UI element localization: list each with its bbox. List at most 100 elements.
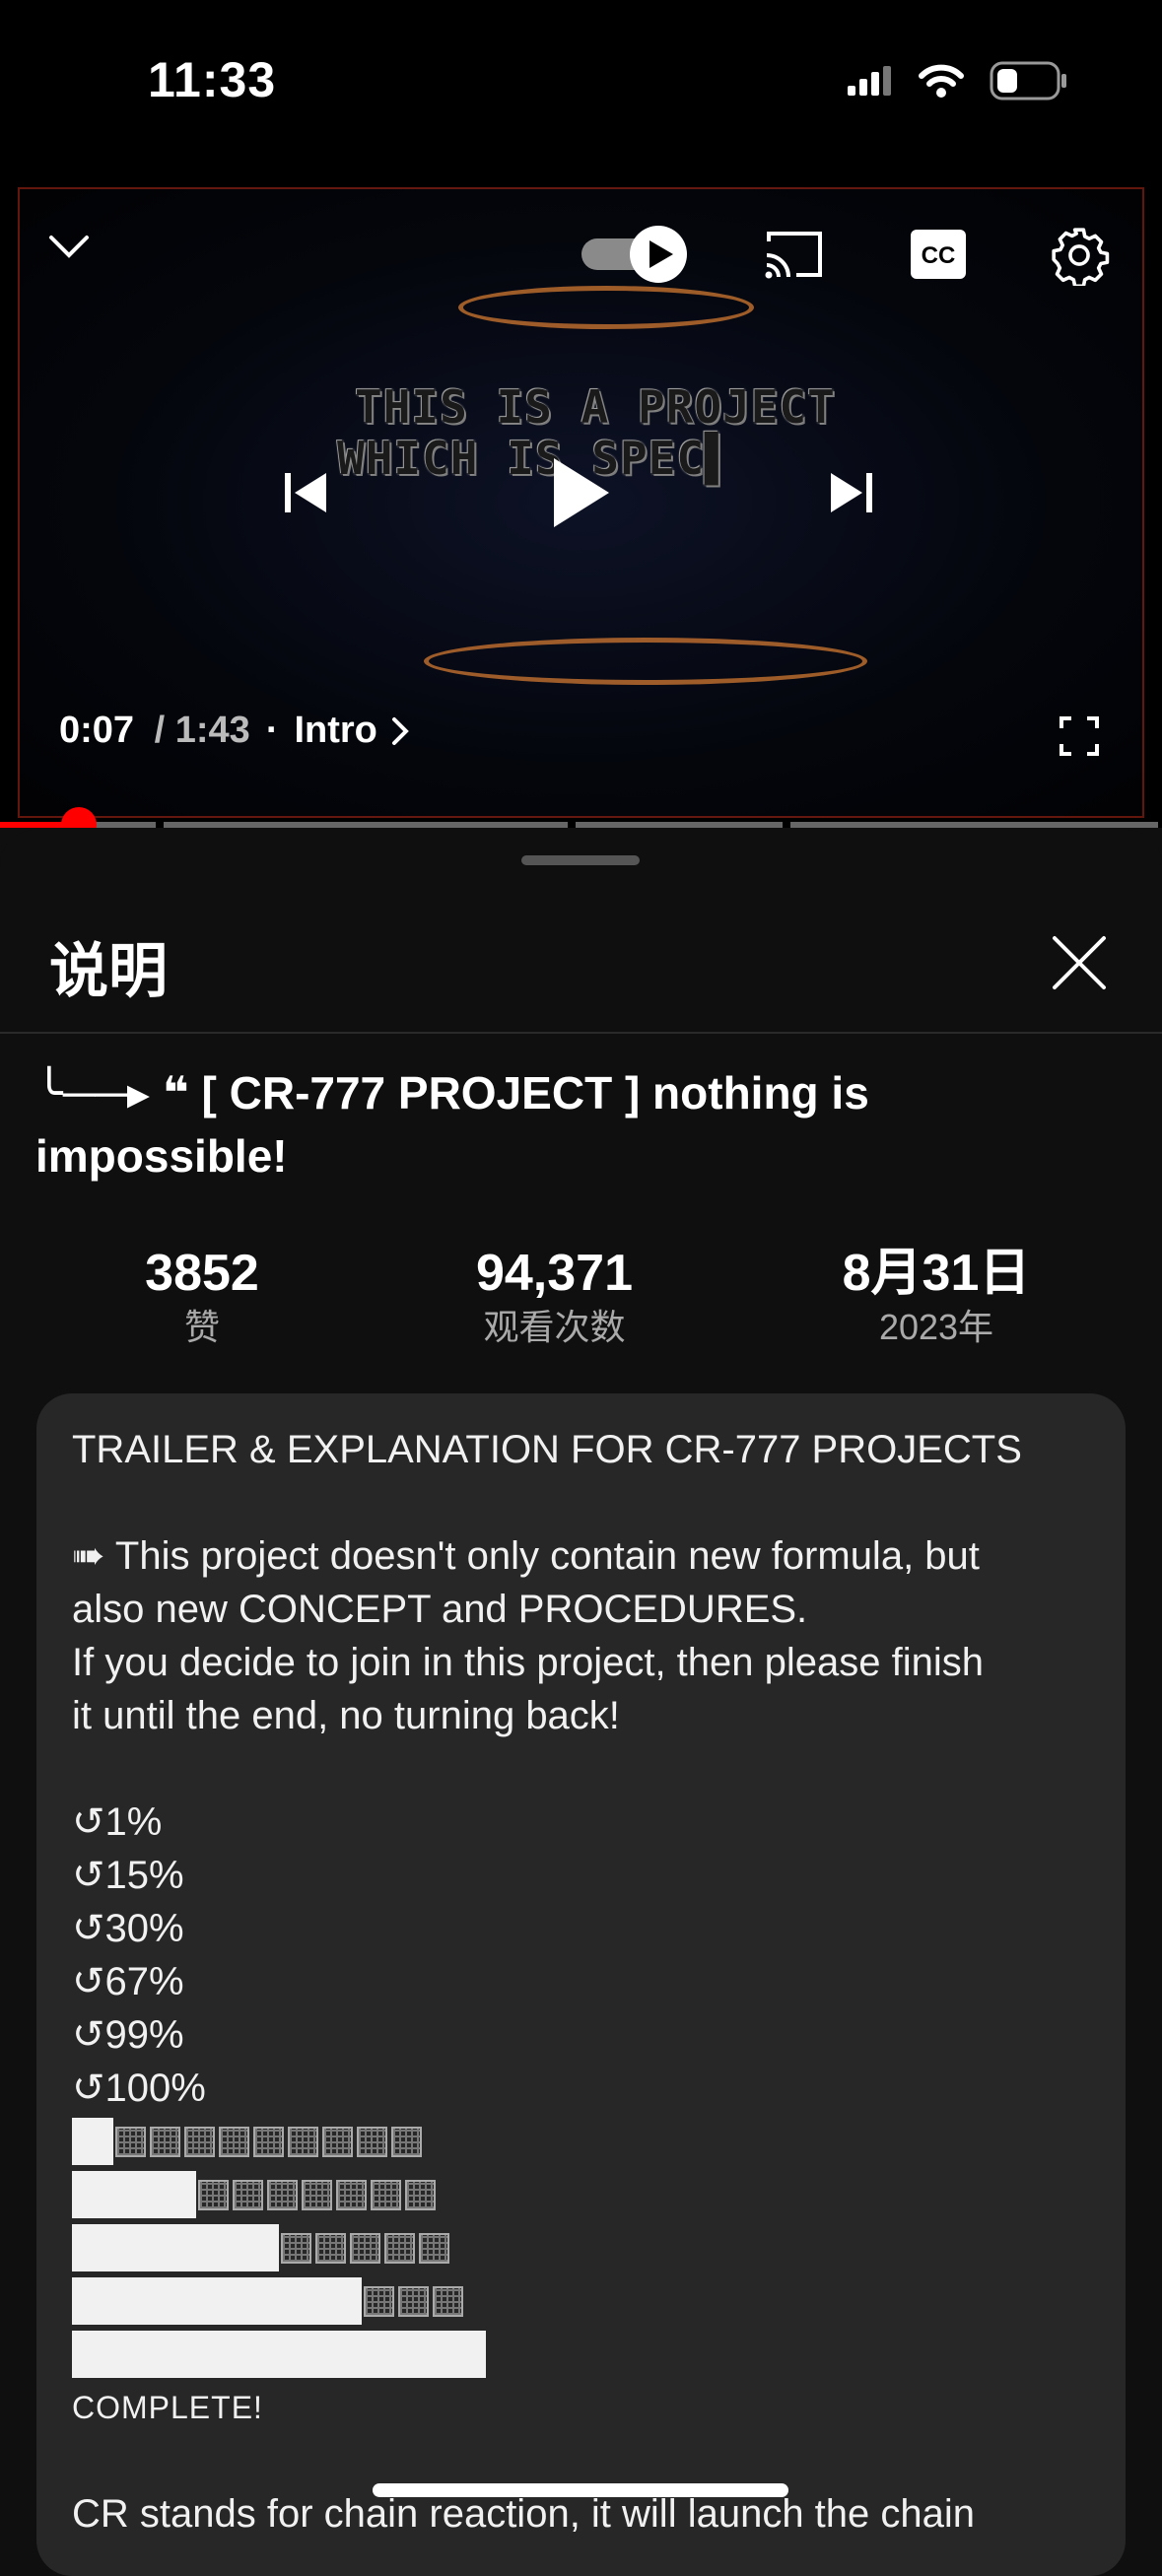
bar-filled-blocks — [72, 2277, 362, 2325]
percent-line: ↺30% — [72, 1907, 184, 1950]
description-line: ➠ This project doesn't only contain new … — [72, 1534, 980, 1578]
battery-icon — [990, 61, 1066, 101]
bar-empty-blocks — [115, 2126, 426, 2157]
text-progress-bar — [72, 2328, 1097, 2381]
sheet-title: 说明 — [49, 938, 168, 1004]
empty-block — [184, 2126, 215, 2157]
bar-filled-blocks — [72, 2171, 196, 2218]
divider — [0, 1032, 1162, 1034]
settings-icon — [1052, 228, 1110, 286]
empty-block — [350, 2232, 380, 2264]
drag-handle[interactable] — [521, 855, 640, 865]
percent-line: ↺67% — [72, 1960, 184, 2003]
views-label: 观看次数 — [483, 1307, 626, 1347]
views-count: 94,371 — [475, 1245, 634, 1302]
home-indicator — [373, 2483, 788, 2497]
description-heading: TRAILER & EXPLANATION FOR CR-777 PROJECT… — [72, 1428, 1022, 1471]
time-separator: / — [144, 710, 175, 751]
description-sheet: 说明 ╰──▸ ❝ [ CR-777 PROJECT ] nothing is … — [0, 830, 1162, 2576]
empty-block — [371, 2179, 401, 2210]
current-time: 0:07 — [59, 710, 135, 751]
stats-row: 3852 赞 94,371 观看次数 8月31日 2023年 — [0, 1242, 1162, 1360]
empty-block — [219, 2126, 249, 2157]
autoplay-toggle[interactable] — [580, 225, 690, 284]
empty-block — [150, 2126, 180, 2157]
empty-block — [398, 2285, 429, 2317]
likes-label: 赞 — [183, 1307, 220, 1347]
publish-year: 2023年 — [878, 1307, 994, 1347]
chapter-segment — [163, 822, 569, 828]
svg-text:CC: CC — [922, 242, 956, 269]
wifi-icon — [919, 64, 964, 98]
cast-icon — [765, 232, 822, 279]
chapter-segment — [790, 822, 1158, 828]
text-progress-bar — [72, 2274, 1097, 2328]
bar-empty-blocks — [364, 2285, 467, 2317]
empty-block — [322, 2126, 353, 2157]
empty-block — [433, 2285, 463, 2317]
empty-block — [357, 2126, 387, 2157]
empty-block — [233, 2179, 263, 2210]
empty-block — [336, 2179, 367, 2210]
empty-block — [281, 2232, 311, 2264]
chapter-segment — [576, 822, 784, 828]
bar-empty-blocks — [198, 2179, 440, 2210]
video-decoration-ring — [458, 286, 754, 329]
previous-icon — [285, 473, 326, 512]
cellular-signal-icon — [848, 66, 891, 96]
status-time: 11:33 — [148, 52, 277, 107]
settings-button[interactable] — [1045, 221, 1114, 290]
description-line: If you decide to join in this project, t… — [72, 1641, 984, 1684]
percent-line: ↺1% — [72, 1800, 163, 1844]
empty-block — [198, 2179, 229, 2210]
video-title: ╰──▸ ❝ [ CR-777 PROJECT ] nothing is imp… — [35, 1067, 869, 1182]
play-button[interactable] — [542, 448, 621, 537]
date-stat: 8月31日 2023年 — [808, 1242, 1064, 1350]
video-overlay-line: THIS IS A PROJECT — [355, 380, 836, 434]
empty-block — [384, 2232, 415, 2264]
video-player[interactable]: THIS IS A PROJECT WHICH IS SPEC▌ CC 0:07… — [0, 177, 1162, 828]
fullscreen-button[interactable] — [1053, 710, 1106, 763]
dot-separator: · — [265, 710, 279, 751]
next-button[interactable] — [822, 463, 881, 522]
minimize-button[interactable] — [39, 217, 99, 276]
autoplay-toggle-icon — [581, 226, 687, 283]
bar-filled-blocks — [72, 2224, 279, 2271]
previous-button[interactable] — [276, 463, 335, 522]
chapter-link[interactable]: Intro — [294, 710, 409, 752]
empty-block — [267, 2179, 298, 2210]
empty-block — [405, 2179, 436, 2210]
progress-bar[interactable] — [0, 807, 1162, 828]
chevron-right-icon — [391, 716, 409, 745]
likes-count: 3852 — [145, 1245, 259, 1302]
time-display: 0:07 / 1:43 · Intro — [59, 710, 409, 752]
complete-text: COMPLETE! — [72, 2390, 263, 2425]
empty-block — [315, 2232, 346, 2264]
chapter-label: Intro — [294, 710, 377, 751]
bar-filled-blocks — [72, 2118, 113, 2165]
empty-block — [391, 2126, 422, 2157]
text-progress-bar — [72, 2168, 1097, 2221]
status-bar: 11:33 — [0, 0, 1162, 177]
description-line: also new CONCEPT and PROCEDURES. — [72, 1588, 808, 1631]
description-text: TRAILER & EXPLANATION FOR CR-777 PROJECT… — [72, 1423, 1097, 2541]
status-icons — [848, 61, 1068, 101]
empty-block — [115, 2126, 146, 2157]
empty-block — [288, 2126, 318, 2157]
captions-button[interactable]: CC — [903, 223, 974, 286]
play-icon — [554, 458, 609, 527]
bar-empty-blocks — [281, 2232, 453, 2264]
text-progress-bars — [72, 2115, 1097, 2381]
chevron-down-icon — [49, 236, 89, 258]
total-time: 1:43 — [174, 710, 250, 751]
close-button[interactable] — [1045, 928, 1114, 997]
video-decoration-ring — [424, 638, 867, 685]
fullscreen-icon — [1059, 716, 1099, 756]
views-stat: 94,371 观看次数 — [424, 1242, 685, 1350]
text-progress-bar — [72, 2115, 1097, 2168]
cc-icon: CC — [911, 230, 966, 279]
cast-button[interactable] — [759, 223, 830, 286]
empty-block — [253, 2126, 284, 2157]
